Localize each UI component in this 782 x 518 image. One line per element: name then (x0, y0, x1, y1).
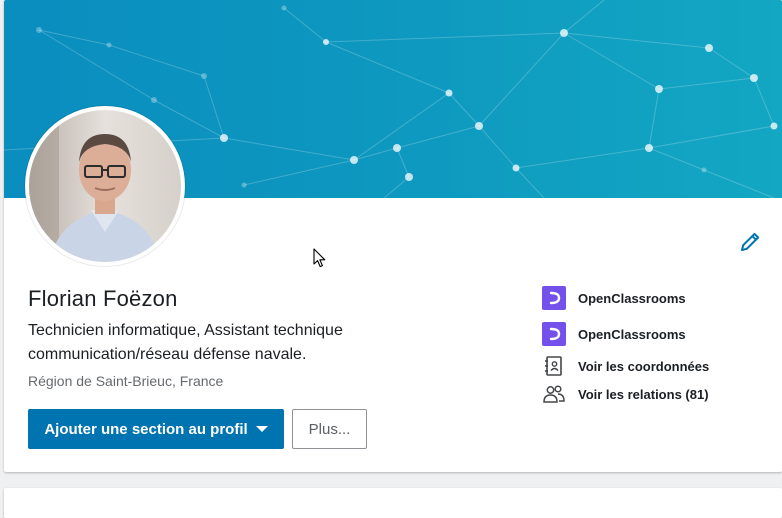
sidebar-item-contact-info[interactable]: Voir les coordonnées (542, 354, 709, 378)
sidebar-item-openclassrooms-1[interactable]: OpenClassrooms (542, 286, 686, 310)
openclassrooms-logo (542, 322, 566, 346)
sidebar-item-label: Voir les relations (81) (578, 386, 709, 402)
profile-card: Florian Foëzon Technicien informatique, … (4, 0, 782, 472)
profile-headline: Technicien informatique, Assistant techn… (28, 322, 343, 363)
sidebar-item-connections[interactable]: Voir les relations (81) (542, 382, 709, 406)
mouse-cursor-icon (313, 248, 326, 268)
edit-profile-button[interactable] (738, 230, 762, 254)
sidebar-item-label: OpenClassrooms (578, 326, 686, 342)
add-profile-section-button[interactable]: Ajouter une section au profil (28, 409, 284, 449)
add-profile-section-label: Ajouter une section au profil (44, 420, 248, 438)
sidebar-item-openclassrooms-2[interactable]: OpenClassrooms (542, 322, 686, 346)
sidebar-item-label: Voir les coordonnées (578, 358, 710, 374)
people-icon (543, 385, 565, 403)
caret-down-icon (255, 426, 268, 432)
profile-photo (29, 110, 181, 262)
openclassrooms-logo (542, 286, 566, 310)
profile-location: Région de Saint-Brieuc, France (28, 373, 224, 389)
profile-name: Florian Foëzon (28, 286, 178, 311)
pencil-icon (741, 232, 760, 251)
contact-book-icon (545, 356, 562, 376)
next-section-card (4, 488, 782, 518)
sidebar-item-label: OpenClassrooms (578, 290, 686, 306)
more-button[interactable]: Plus... (292, 409, 367, 449)
avatar[interactable] (25, 106, 185, 266)
